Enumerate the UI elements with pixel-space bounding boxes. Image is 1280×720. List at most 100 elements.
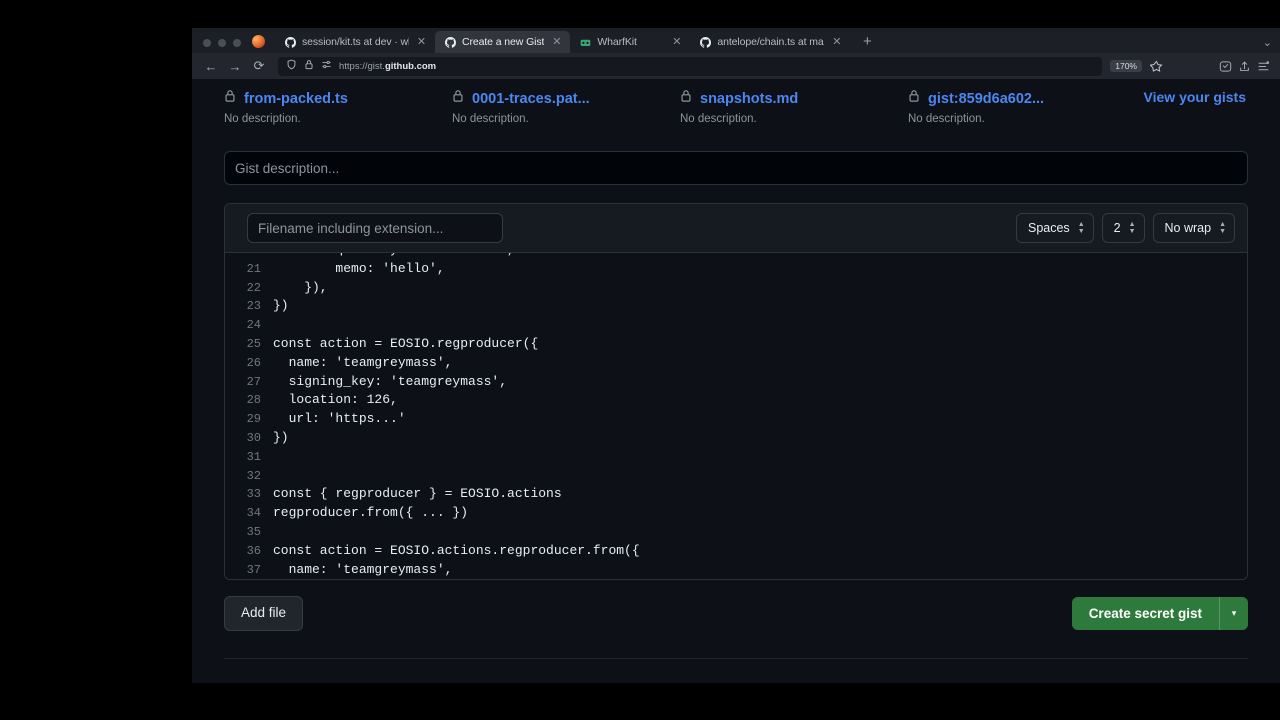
gist-card-0[interactable]: from-packed.ts No description. — [224, 89, 452, 125]
line-number: 23 — [246, 299, 261, 314]
indent-mode-select[interactable]: Spaces ▲ ▼ — [1015, 213, 1094, 243]
browser-tab-label: session/kit.ts at dev · wharfkit/s — [302, 36, 409, 48]
browser-window: session/kit.ts at dev · wharfkit/s ✕ Cre… — [192, 28, 1280, 683]
line-number: 35 — [246, 524, 261, 539]
gist-card-2[interactable]: snapshots.md No description. — [680, 89, 908, 125]
close-window-button[interactable] — [203, 39, 211, 47]
line-content: const action = EOSIO.actions.regproducer… — [273, 542, 640, 558]
close-tab-icon[interactable]: ✕ — [830, 36, 843, 49]
share-icon[interactable] — [1236, 58, 1253, 75]
code-line: 23}) — [225, 297, 1247, 316]
forward-button[interactable]: → — [224, 55, 246, 77]
line-number: 26 — [246, 355, 261, 370]
gist-card-header: from-packed.ts — [224, 89, 452, 108]
zoom-level-indicator[interactable]: 170% — [1110, 59, 1142, 73]
line-number: 30 — [246, 430, 261, 445]
line-content: const { regproducer } = EOSIO.actions — [273, 486, 562, 502]
navigation-toolbar: ← → ⟳ https://gist.github.com 170% — [192, 53, 1280, 79]
github-icon — [699, 36, 711, 48]
shield-icon[interactable] — [286, 59, 297, 73]
line-number: 34 — [246, 506, 261, 521]
new-tab-button[interactable]: + — [856, 33, 878, 53]
indent-size-value: 2 — [1113, 221, 1121, 235]
code-line: 30}) — [225, 429, 1247, 448]
list-all-tabs-button[interactable]: ⌄ — [1263, 36, 1280, 53]
permissions-icon[interactable] — [321, 59, 332, 73]
gist-name-link[interactable]: gist:859d6a602... — [928, 91, 1044, 107]
menu-icon[interactable] — [1255, 58, 1272, 75]
chevron-updown-icon: ▲ ▼ — [1219, 220, 1226, 235]
gist-card-1[interactable]: 0001-traces.pat... No description. — [452, 89, 680, 125]
line-number: 20 — [225, 253, 273, 260]
create-secret-gist-button[interactable]: Create secret gist — [1071, 597, 1219, 630]
firefox-icon — [252, 35, 265, 48]
line-content: }) — [273, 298, 289, 314]
back-button[interactable]: ← — [200, 55, 222, 77]
gist-name-link[interactable]: 0001-traces.pat... — [472, 91, 590, 107]
browser-tab-0[interactable]: session/kit.ts at dev · wharfkit/s ✕ — [275, 31, 435, 53]
gist-card-header: gist:859d6a602... — [908, 89, 1136, 108]
address-bar-url: https://gist.github.com — [339, 61, 436, 72]
indent-size-select[interactable]: 2 ▲ ▼ — [1101, 213, 1145, 243]
gist-description: No description. — [908, 113, 985, 125]
code-line: 35 — [225, 523, 1247, 542]
reload-button[interactable]: ⟳ — [248, 55, 270, 77]
gist-description-input[interactable] — [224, 151, 1248, 185]
close-tab-icon[interactable]: ✕ — [415, 36, 428, 49]
code-line: 32 — [225, 467, 1247, 486]
line-content: memo: 'hello', — [273, 260, 445, 276]
view-your-gists-link[interactable]: View your gists — [1144, 89, 1246, 105]
line-content: regproducer.from({ ... }) — [273, 505, 469, 521]
gist-name-link[interactable]: snapshots.md — [700, 91, 798, 107]
line-number: 29 — [246, 412, 261, 427]
gist-name-link[interactable]: from-packed.ts — [244, 91, 348, 107]
wharfkit-icon — [579, 36, 591, 48]
chevron-down-icon[interactable]: ▾ — [1219, 597, 1248, 630]
line-number: 28 — [246, 393, 261, 408]
lock-icon[interactable] — [304, 59, 314, 73]
line-content: name: 'teamgreymass', — [273, 561, 453, 577]
code-line: 29 url: 'https...' — [225, 410, 1247, 429]
close-tab-icon[interactable]: ✕ — [550, 36, 563, 49]
code-line: 27 signing_key: 'teamgreymass', — [225, 373, 1247, 392]
line-number: 36 — [246, 543, 261, 558]
code-line: 37 name: 'teamgreymass', — [225, 561, 1247, 579]
code-editor[interactable]: 20 quantity: '1.0000 EOS', 21 memo: 'hel… — [225, 253, 1247, 579]
screen: session/kit.ts at dev · wharfkit/s ✕ Cre… — [0, 0, 1280, 720]
filename-input[interactable] — [247, 213, 503, 243]
code-line: 21 memo: 'hello', — [225, 260, 1247, 279]
code-line: 34 regproducer.from({ ... }) — [225, 504, 1247, 523]
maximize-window-button[interactable] — [233, 39, 241, 47]
line-number: 25 — [246, 336, 261, 351]
code-line: 22 }), — [225, 279, 1247, 298]
wrap-mode-select[interactable]: No wrap ▲ ▼ — [1152, 213, 1235, 243]
view-your-gists-container: View your gists — [1136, 89, 1248, 125]
gist-description-field-wrapper — [192, 125, 1280, 185]
address-bar[interactable]: https://gist.github.com — [278, 56, 1103, 76]
window-controls[interactable] — [196, 39, 250, 53]
wrap-mode-value: No wrap — [1164, 221, 1212, 235]
browser-tab-1[interactable]: Create a new Gist ✕ — [435, 31, 571, 53]
indent-mode-value: Spaces — [1027, 221, 1070, 235]
code-line: 33 const { regproducer } = EOSIO.actions — [225, 485, 1247, 504]
lock-icon — [452, 89, 464, 108]
add-file-button[interactable]: Add file — [224, 596, 304, 631]
gist-card-3[interactable]: gist:859d6a602... No description. — [908, 89, 1136, 125]
line-content: quantity: '1.0000 EOS', — [273, 253, 514, 260]
line-content: url: 'https...' — [273, 411, 406, 427]
browser-tab-3[interactable]: antelope/chain.ts at master · wh ✕ — [690, 31, 850, 53]
create-gist-button-group: Create secret gist ▾ — [1071, 597, 1248, 630]
line-content: }) — [273, 429, 289, 445]
minimize-window-button[interactable] — [218, 39, 226, 47]
browser-tab-2[interactable]: WharfKit ✕ — [570, 31, 690, 53]
form-actions: Add file Create secret gist ▾ — [192, 580, 1280, 631]
gist-card-header: snapshots.md — [680, 89, 908, 108]
github-icon — [444, 36, 456, 48]
line-content: }), — [273, 279, 328, 295]
github-icon — [284, 36, 296, 48]
chevron-updown-icon: ▲ ▼ — [1128, 220, 1136, 235]
pocket-icon[interactable] — [1217, 58, 1234, 75]
close-tab-icon[interactable]: ✕ — [670, 36, 683, 49]
line-number: 22 — [246, 280, 261, 295]
star-icon[interactable] — [1148, 58, 1165, 75]
